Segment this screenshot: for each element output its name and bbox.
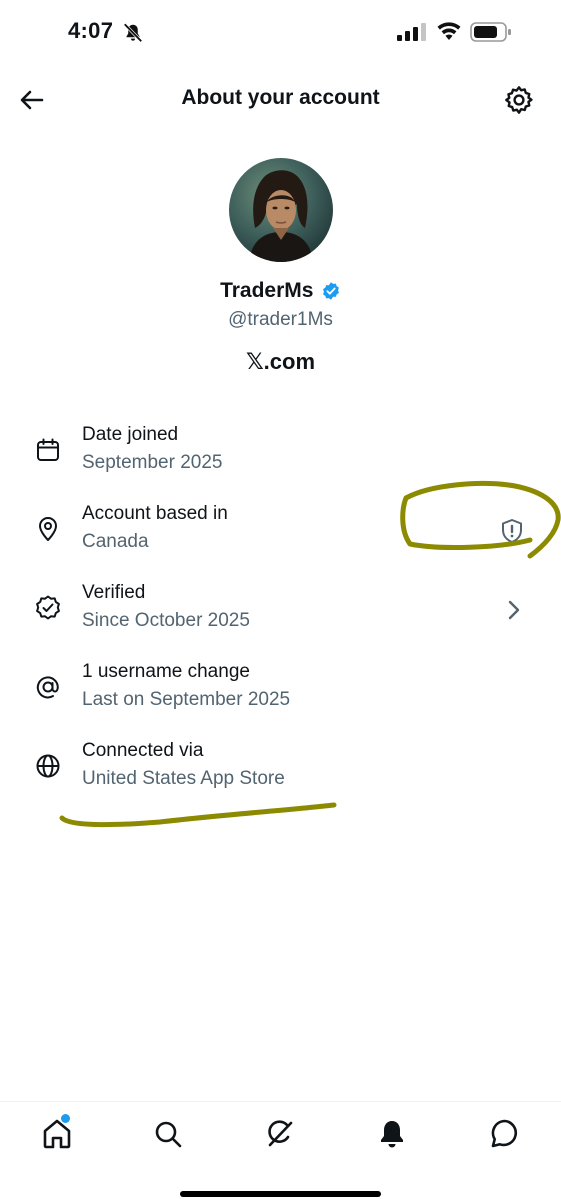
- gear-icon[interactable]: [503, 84, 535, 116]
- search-icon[interactable]: [150, 1116, 186, 1152]
- avatar-image: [229, 158, 333, 262]
- globe-icon: [36, 754, 60, 778]
- info-row-subtitle: September 2025: [82, 452, 223, 473]
- at-sign-icon: [36, 676, 59, 699]
- info-row-connected-via: Connected via United States App Store: [0, 740, 561, 810]
- info-row-title: Verified: [82, 582, 146, 603]
- info-row-subtitle: Canada: [82, 531, 149, 552]
- status-time: 4:07: [68, 18, 114, 43]
- calendar-icon: [37, 438, 59, 461]
- info-row-title: Connected via: [82, 740, 204, 761]
- messages-icon[interactable]: [487, 1116, 523, 1152]
- verified-badge-icon: [322, 282, 339, 300]
- avatar[interactable]: [229, 158, 333, 262]
- location-pin-icon: [39, 517, 57, 541]
- home-notification-dot: [61, 1114, 70, 1123]
- info-row-title: Date joined: [82, 424, 179, 445]
- profile-domain: 𝕏.com: [245, 349, 316, 374]
- shield-alert-icon[interactable]: [498, 517, 526, 545]
- info-row-verified[interactable]: Verified Since October 2025: [0, 582, 561, 652]
- info-row-account-based-in: Account based in Canada: [0, 503, 561, 573]
- chevron-right-icon[interactable]: [504, 598, 524, 622]
- profile-name: TraderMs: [220, 279, 314, 302]
- battery-icon: [470, 22, 511, 42]
- bell-slash-icon: [123, 23, 143, 43]
- info-row-subtitle: Last on September 2025: [82, 689, 291, 710]
- verified-badge-outline-icon: [36, 595, 60, 620]
- info-row-title: Account based in: [82, 503, 228, 524]
- info-row-date-joined: Date joined September 2025: [0, 424, 561, 494]
- tab-bar-divider: [0, 1101, 561, 1102]
- cellular-signal-icon: [397, 23, 426, 41]
- wifi-icon: [437, 22, 461, 40]
- page-title: About your account: [181, 86, 380, 109]
- home-indicator: [180, 1191, 381, 1197]
- profile-name-row: TraderMs: [0, 279, 561, 303]
- profile-handle: @trader1Ms: [228, 309, 333, 330]
- info-row-subtitle: United States App Store: [82, 768, 285, 789]
- info-row-username-change: 1 username change Last on September 2025: [0, 661, 561, 731]
- info-row-subtitle: Since October 2025: [82, 610, 250, 631]
- info-row-title: 1 username change: [82, 661, 250, 682]
- home-icon[interactable]: [39, 1116, 75, 1152]
- grok-icon[interactable]: [262, 1116, 298, 1152]
- notifications-bell-icon[interactable]: [374, 1116, 410, 1152]
